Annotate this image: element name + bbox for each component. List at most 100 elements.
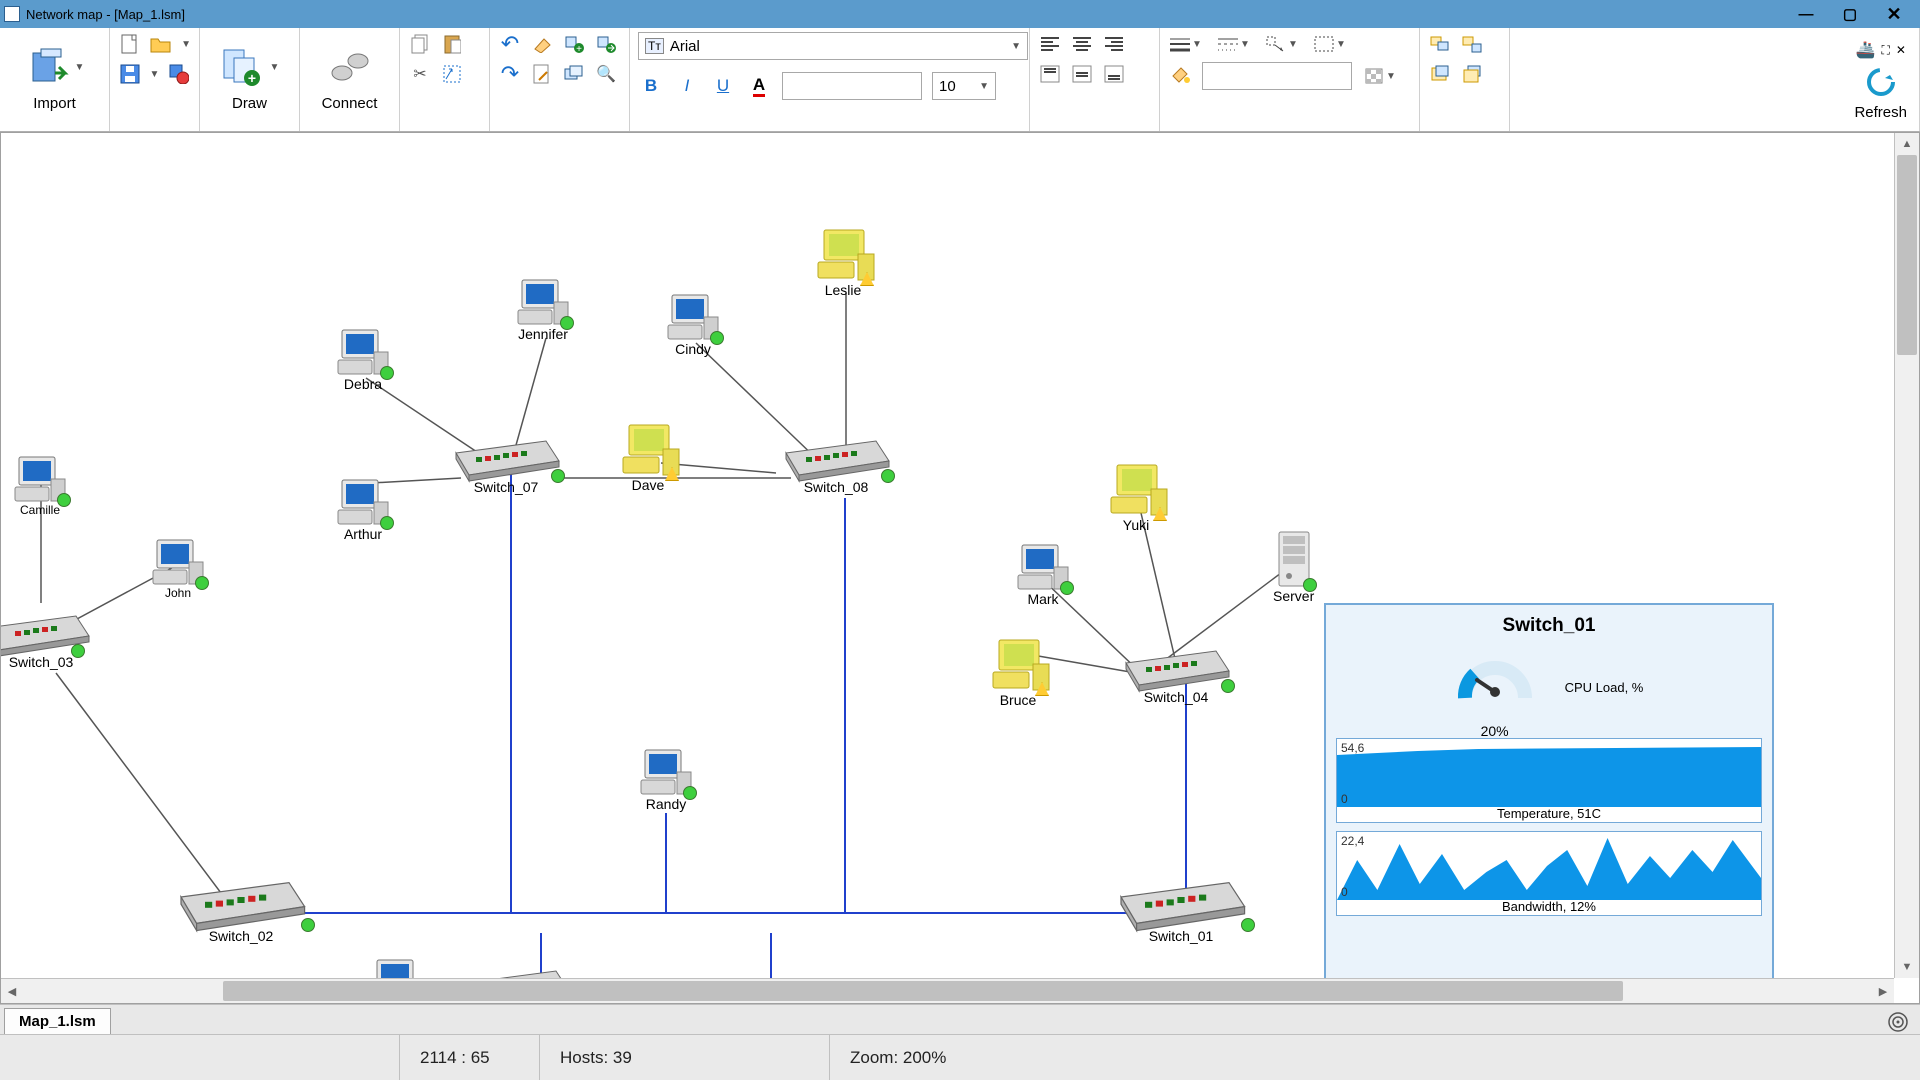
draw-label: Draw <box>232 95 267 112</box>
node-switch-01[interactable]: Switch_01 <box>1111 873 1251 944</box>
node-mark[interactable]: Mark <box>1016 543 1070 607</box>
save-stop-button[interactable] <box>167 62 191 86</box>
shape-resize-button[interactable] <box>1312 32 1336 56</box>
node-switch-08[interactable]: Switch_08 <box>781 433 891 495</box>
transparency-dropdown[interactable]: ▼ <box>1386 71 1396 82</box>
align-left-button[interactable] <box>1038 32 1062 56</box>
new-file-button[interactable] <box>118 32 142 56</box>
save-button[interactable] <box>118 62 142 86</box>
minimize-button[interactable]: — <box>1784 2 1828 26</box>
node-cindy[interactable]: Cindy <box>666 293 720 357</box>
node-switch-02[interactable]: Switch_02 <box>171 873 311 944</box>
refresh-icon[interactable] <box>1857 62 1905 102</box>
node-bruce[interactable]: Bruce <box>991 638 1045 708</box>
connect-icon[interactable] <box>326 47 374 87</box>
node-pc-partial[interactable] <box>371 958 425 978</box>
erase-button[interactable] <box>530 32 554 56</box>
draw-icon[interactable]: + <box>220 47 268 87</box>
underline-button[interactable]: U <box>710 73 736 99</box>
valign-middle-button[interactable] <box>1070 62 1094 86</box>
node-randy[interactable]: Randy <box>639 748 693 812</box>
bring-forward-button[interactable] <box>1428 62 1452 86</box>
node-server[interactable]: Server <box>1273 528 1314 604</box>
font-size-select[interactable]: 10▼ <box>932 72 996 100</box>
line-dash-button[interactable] <box>1216 32 1240 56</box>
copy-button[interactable] <box>408 32 432 56</box>
node-yuki[interactable]: Yuki <box>1109 463 1163 533</box>
line-weight-dropdown[interactable]: ▼ <box>1192 39 1202 50</box>
node-camille[interactable]: Camille <box>13 455 67 517</box>
cut-button[interactable]: ✂ <box>408 62 432 86</box>
scroll-up-icon[interactable]: ▲ <box>1895 133 1919 155</box>
line-arrow-button[interactable] <box>1264 32 1288 56</box>
node-label: Debra <box>344 376 382 392</box>
node-dave[interactable]: Dave <box>621 423 675 493</box>
ungroup-button[interactable] <box>1460 32 1484 56</box>
node-switch-partial[interactable] <box>461 963 571 978</box>
scroll-left-icon[interactable]: ◀ <box>1 979 23 1003</box>
line-weight-button[interactable] <box>1168 32 1192 56</box>
draw-dropdown[interactable]: ▼ <box>270 62 280 73</box>
maximize-button[interactable]: ▢ <box>1828 2 1872 26</box>
save-dropdown[interactable]: ▼ <box>150 69 160 80</box>
fill-bucket-button[interactable] <box>1168 64 1192 88</box>
mini-close-icon[interactable]: ✕ <box>1896 43 1906 57</box>
node-john[interactable]: John <box>151 538 205 600</box>
cpu-gauge-row: 20% CPU Load, % <box>1336 645 1762 730</box>
node-jennifer[interactable]: Jennifer <box>516 278 570 342</box>
bold-button[interactable]: B <box>638 73 664 99</box>
open-folder-button[interactable] <box>150 32 174 56</box>
redo-button[interactable]: ↷ <box>498 62 522 86</box>
draw-group: + ▼ Draw <box>200 28 300 131</box>
font-name-select[interactable]: TᴛArial ▼ <box>638 32 1028 60</box>
align-center-button[interactable] <box>1070 32 1094 56</box>
import-label: Import <box>33 95 76 112</box>
import-icon[interactable] <box>25 47 73 87</box>
node-debra[interactable]: Debra <box>336 328 390 392</box>
close-button[interactable]: ✕ <box>1872 2 1916 26</box>
find-button[interactable]: 🔍 <box>594 62 618 86</box>
undo-button[interactable]: ↶ <box>498 32 522 56</box>
send-backward-button[interactable] <box>1460 62 1484 86</box>
fullscreen-icon[interactable]: ⛶ <box>1881 43 1889 58</box>
shape-dropdown[interactable]: ▼ <box>1336 39 1346 50</box>
node-arthur[interactable]: Arthur <box>336 478 390 542</box>
scroll-right-icon[interactable]: ▶ <box>1872 979 1894 1003</box>
open-dropdown[interactable]: ▼ <box>181 39 191 50</box>
node-switch-03[interactable]: Switch_03 <box>1 608 81 670</box>
node-leslie[interactable]: Leslie <box>816 228 870 298</box>
quick-add-button[interactable]: + <box>562 32 586 56</box>
font-color-select[interactable] <box>782 72 922 100</box>
group-button[interactable] <box>1428 32 1452 56</box>
copy-layers-button[interactable] <box>562 62 586 86</box>
quick-go-button[interactable] <box>594 32 618 56</box>
tab-label: Map_1.lsm <box>19 1013 96 1030</box>
fill-color-select[interactable] <box>1202 62 1352 90</box>
clipboard-group: ✂ <box>400 28 490 131</box>
transparency-button[interactable] <box>1362 64 1386 88</box>
scroll-down-icon[interactable]: ▼ <box>1895 956 1919 978</box>
import-dropdown[interactable]: ▼ <box>75 62 85 73</box>
scroll-thumb[interactable] <box>1897 155 1917 355</box>
scroll-thumb[interactable] <box>223 981 1623 1001</box>
line-arrow-dropdown[interactable]: ▼ <box>1288 39 1298 50</box>
node-switch-07[interactable]: Switch_07 <box>451 433 561 495</box>
map-tab[interactable]: Map_1.lsm <box>4 1008 111 1034</box>
paste-button[interactable] <box>440 32 464 56</box>
select-all-button[interactable] <box>440 62 464 86</box>
node-switch-04[interactable]: Switch_04 <box>1121 643 1231 705</box>
font-color-button[interactable]: A <box>746 73 772 99</box>
valign-top-button[interactable] <box>1038 62 1062 86</box>
gauge-label: CPU Load, % <box>1565 680 1644 695</box>
temp-max: 54,6 <box>1341 741 1364 755</box>
edit-page-button[interactable] <box>530 62 554 86</box>
device-info-panel[interactable]: Switch_01 20% CPU Load, % 54,6 0 Tempera… <box>1324 603 1774 978</box>
valign-bottom-button[interactable] <box>1102 62 1126 86</box>
horizontal-scrollbar[interactable]: ◀ ▶ <box>1 978 1894 1003</box>
align-right-button[interactable] <box>1102 32 1126 56</box>
map-canvas[interactable]: Switch_07 Switch_08 Switch_03 Switch_04 … <box>1 133 1894 978</box>
vertical-scrollbar[interactable]: ▲ ▼ <box>1894 133 1919 978</box>
italic-button[interactable]: I <box>674 73 700 99</box>
line-dash-dropdown[interactable]: ▼ <box>1240 39 1250 50</box>
target-icon[interactable] <box>1884 1010 1912 1034</box>
